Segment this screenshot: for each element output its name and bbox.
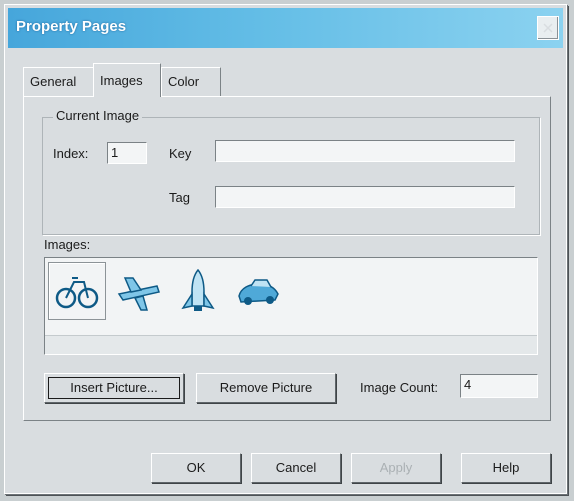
bicycle-icon[interactable] (48, 262, 106, 320)
close-icon (543, 23, 553, 33)
property-pages-dialog: Property Pages General Images Color Curr… (4, 4, 567, 494)
images-label: Images: (44, 237, 91, 252)
car-icon[interactable] (229, 262, 287, 320)
tag-label: Tag (169, 190, 190, 205)
tab-general[interactable]: General (23, 67, 99, 96)
space-shuttle-icon[interactable] (169, 262, 227, 320)
tag-field[interactable] (215, 186, 515, 208)
title-bar[interactable]: Property Pages (8, 8, 563, 48)
index-field[interactable]: 1 (107, 142, 147, 164)
window-title: Property Pages (16, 18, 127, 35)
cancel-button[interactable]: Cancel (251, 453, 341, 483)
airplane-icon[interactable] (109, 262, 167, 320)
tab-color[interactable]: Color (161, 67, 221, 96)
image-count-label: Image Count: (360, 380, 439, 395)
close-button[interactable] (537, 16, 559, 40)
tab-images[interactable]: Images (93, 63, 161, 97)
image-list[interactable] (44, 257, 538, 355)
apply-button[interactable]: Apply (351, 453, 441, 483)
image-count-field: 4 (460, 374, 538, 398)
current-image-group-label: Current Image (53, 108, 143, 123)
current-image-group: Current Image Index: 1 Key Tag (42, 108, 540, 235)
ok-button[interactable]: OK (151, 453, 241, 483)
images-tab-panel: Current Image Index: 1 Key Tag Images: I… (23, 96, 551, 421)
key-label: Key (169, 146, 192, 161)
key-field[interactable] (215, 140, 515, 162)
help-button[interactable]: Help (461, 453, 551, 483)
insert-picture-button[interactable]: Insert Picture... (44, 373, 184, 403)
remove-picture-button[interactable]: Remove Picture (196, 373, 336, 403)
index-label: Index: (53, 146, 89, 161)
image-list-scrollbar[interactable] (45, 335, 537, 354)
